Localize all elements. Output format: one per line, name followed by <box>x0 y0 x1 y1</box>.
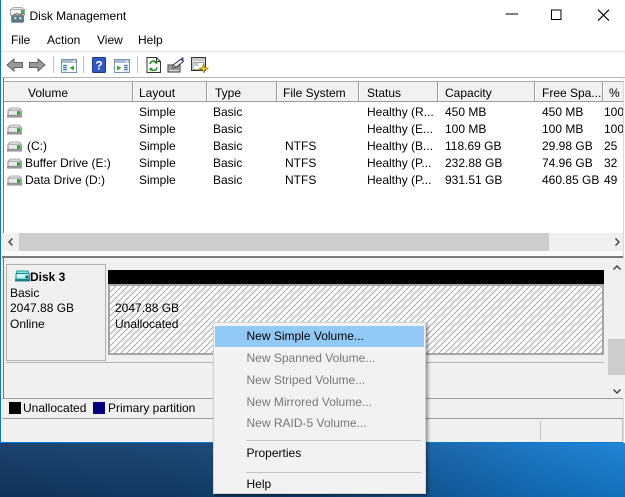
svg-text:?: ? <box>95 59 102 73</box>
